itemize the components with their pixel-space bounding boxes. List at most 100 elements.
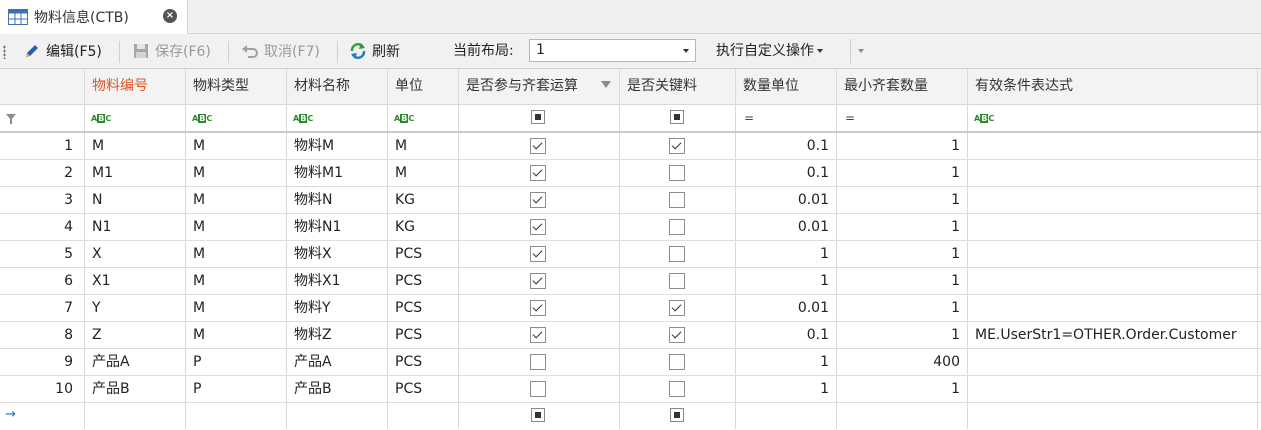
unit-cell[interactable]: M xyxy=(388,160,459,186)
min-kitting-qty-cell[interactable]: 1 xyxy=(837,214,968,240)
layout-select[interactable]: 1 xyxy=(529,39,696,62)
checkbox[interactable] xyxy=(669,381,685,397)
unit-cell[interactable]: KG xyxy=(388,214,459,240)
quantity-unit-cell[interactable]: 0.01 xyxy=(736,295,837,321)
material-code-cell[interactable]: Y xyxy=(85,295,186,321)
column-header[interactable]: 是否关键料 xyxy=(620,69,736,104)
checkbox[interactable] xyxy=(669,165,685,181)
unit-cell[interactable] xyxy=(388,403,459,429)
table-row[interactable]: 9 产品A P 产品A PCS 1 400 xyxy=(0,349,1261,376)
quantity-unit-cell[interactable] xyxy=(736,403,837,429)
key-material-cell[interactable] xyxy=(620,322,736,348)
material-type-cell[interactable]: M xyxy=(186,322,287,348)
cancel-button[interactable]: 取消(F7) xyxy=(240,34,320,68)
checkbox-icon[interactable] xyxy=(531,408,545,422)
checkbox[interactable] xyxy=(530,138,546,154)
material-name-cell[interactable] xyxy=(287,403,388,429)
checkbox[interactable] xyxy=(530,246,546,262)
quantity-unit-cell[interactable]: 0.01 xyxy=(736,214,837,240)
material-type-cell[interactable]: M xyxy=(186,241,287,267)
toolbar-overflow-button[interactable] xyxy=(850,39,871,63)
column-header[interactable]: 物料编号 xyxy=(85,69,186,104)
kitting-calc-cell[interactable] xyxy=(459,403,620,429)
key-material-cell[interactable] xyxy=(620,349,736,375)
kitting-calc-cell[interactable] xyxy=(459,160,620,186)
table-row[interactable]: 1 M M 物料M M 0.1 1 xyxy=(0,133,1261,160)
quantity-unit-cell[interactable]: 0.01 xyxy=(736,187,837,213)
min-kitting-qty-cell[interactable] xyxy=(837,403,968,429)
material-code-cell[interactable]: 产品A xyxy=(85,349,186,375)
condition-expression-cell[interactable] xyxy=(968,295,1258,321)
unit-cell[interactable]: KG xyxy=(388,187,459,213)
checkbox[interactable] xyxy=(530,300,546,316)
material-type-cell[interactable]: M xyxy=(186,268,287,294)
condition-expression-cell[interactable] xyxy=(968,376,1258,402)
min-kitting-qty-cell[interactable]: 1 xyxy=(837,187,968,213)
key-material-cell[interactable] xyxy=(620,268,736,294)
filter-cell[interactable]: ABC xyxy=(186,105,287,131)
column-header[interactable]: 数量单位 xyxy=(736,69,837,104)
key-material-cell[interactable] xyxy=(620,403,736,429)
filter-cell[interactable]: ABC xyxy=(287,105,388,131)
min-kitting-qty-cell[interactable]: 1 xyxy=(837,376,968,402)
min-kitting-qty-cell[interactable]: 1 xyxy=(837,241,968,267)
column-header[interactable]: 单位 xyxy=(388,69,459,104)
material-code-cell[interactable]: M1 xyxy=(85,160,186,186)
key-material-cell[interactable] xyxy=(620,376,736,402)
unit-cell[interactable]: PCS xyxy=(388,376,459,402)
filter-cell[interactable]: = xyxy=(837,105,968,131)
kitting-calc-cell[interactable] xyxy=(459,295,620,321)
material-name-cell[interactable]: 物料N1 xyxy=(287,214,388,240)
save-button[interactable]: 保存(F6) xyxy=(131,34,211,68)
filter-cell[interactable] xyxy=(459,105,620,131)
unit-cell[interactable]: M xyxy=(388,133,459,159)
new-row[interactable]: → xyxy=(0,403,1261,430)
material-code-cell[interactable]: Z xyxy=(85,322,186,348)
checkbox[interactable] xyxy=(530,219,546,235)
quantity-unit-cell[interactable]: 0.1 xyxy=(736,133,837,159)
table-row[interactable]: 7 Y M 物料Y PCS 0.01 1 xyxy=(0,295,1261,322)
condition-expression-cell[interactable] xyxy=(968,214,1258,240)
quantity-unit-cell[interactable]: 1 xyxy=(736,376,837,402)
checkbox-icon[interactable] xyxy=(670,110,684,124)
tab-material-info[interactable]: 物料信息(CTB) × xyxy=(0,0,188,34)
material-code-cell[interactable]: 产品B xyxy=(85,376,186,402)
min-kitting-qty-cell[interactable]: 1 xyxy=(837,295,968,321)
material-name-cell[interactable]: 物料X1 xyxy=(287,268,388,294)
table-row[interactable]: 5 X M 物料X PCS 1 1 xyxy=(0,241,1261,268)
checkbox[interactable] xyxy=(530,192,546,208)
key-material-cell[interactable] xyxy=(620,295,736,321)
checkbox[interactable] xyxy=(530,381,546,397)
min-kitting-qty-cell[interactable]: 1 xyxy=(837,160,968,186)
unit-cell[interactable]: PCS xyxy=(388,268,459,294)
condition-expression-cell[interactable] xyxy=(968,241,1258,267)
close-icon[interactable]: × xyxy=(163,9,177,23)
material-name-cell[interactable]: 产品B xyxy=(287,376,388,402)
table-row[interactable]: 8 Z M 物料Z PCS 0.1 1 ME.UserStr1=OTHER.Order.Cus… xyxy=(0,322,1261,349)
kitting-calc-cell[interactable] xyxy=(459,349,620,375)
condition-expression-cell[interactable] xyxy=(968,160,1258,186)
checkbox[interactable] xyxy=(530,327,546,343)
checkbox-icon[interactable] xyxy=(670,408,684,422)
kitting-calc-cell[interactable] xyxy=(459,133,620,159)
material-code-cell[interactable]: M xyxy=(85,133,186,159)
unit-cell[interactable]: PCS xyxy=(388,241,459,267)
edit-button[interactable]: 编辑(F5) xyxy=(22,34,102,68)
material-type-cell[interactable]: M xyxy=(186,295,287,321)
unit-cell[interactable]: PCS xyxy=(388,322,459,348)
material-name-cell[interactable]: 产品A xyxy=(287,349,388,375)
quantity-unit-cell[interactable]: 0.1 xyxy=(736,160,837,186)
filter-cell[interactable]: ABC xyxy=(968,105,1258,131)
checkbox-icon[interactable] xyxy=(531,110,545,124)
checkbox[interactable] xyxy=(530,165,546,181)
quantity-unit-cell[interactable]: 1 xyxy=(736,268,837,294)
material-name-cell[interactable]: 物料N xyxy=(287,187,388,213)
refresh-button[interactable]: 刷新 xyxy=(348,34,400,68)
material-type-cell[interactable]: M xyxy=(186,214,287,240)
filter-cell[interactable]: = xyxy=(736,105,837,131)
checkbox[interactable] xyxy=(530,354,546,370)
material-code-cell[interactable]: X xyxy=(85,241,186,267)
min-kitting-qty-cell[interactable]: 1 xyxy=(837,133,968,159)
funnel-icon[interactable] xyxy=(601,81,611,88)
key-material-cell[interactable] xyxy=(620,214,736,240)
